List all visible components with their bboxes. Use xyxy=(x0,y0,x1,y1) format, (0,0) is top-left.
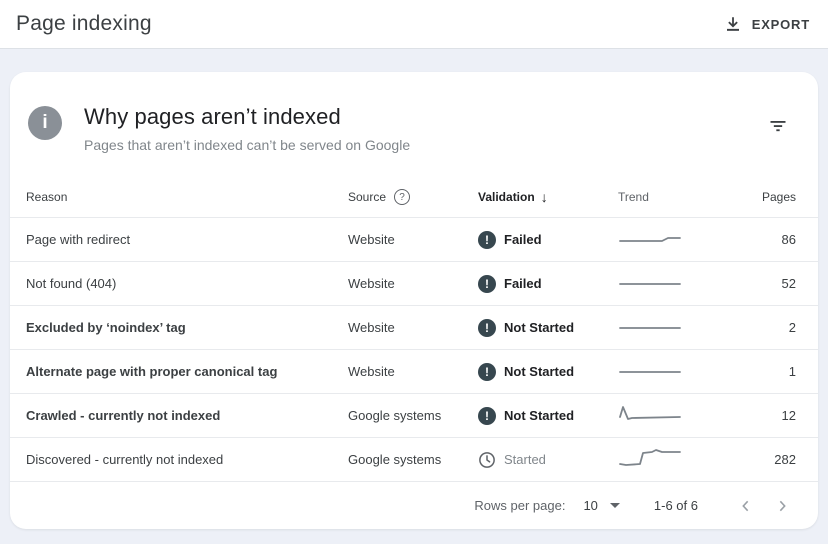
trend-cell xyxy=(618,402,728,429)
table-row[interactable]: Excluded by ‘noindex’ tag Website ! Not … xyxy=(10,305,818,349)
validation-label: Started xyxy=(504,452,546,467)
page-range-label: 1-6 of 6 xyxy=(654,498,698,513)
trend-sparkline xyxy=(618,446,682,470)
filter-icon xyxy=(768,116,788,136)
top-bar: Page indexing EXPORT xyxy=(0,0,828,49)
page-body: i Why pages aren’t indexed Pages that ar… xyxy=(0,49,828,529)
reason-cell: Excluded by ‘noindex’ tag xyxy=(26,320,348,335)
validation-label: Failed xyxy=(504,276,542,291)
trend-cell xyxy=(618,314,728,341)
trend-sparkline xyxy=(618,270,682,294)
source-cell: Website xyxy=(348,276,478,291)
error-icon: ! xyxy=(478,275,496,293)
pages-cell: 282 xyxy=(728,452,796,467)
validation-cell: ! Not Started xyxy=(478,407,618,425)
trend-cell xyxy=(618,446,728,473)
card-header: i Why pages aren’t indexed Pages that ar… xyxy=(10,72,818,177)
validation-label: Not Started xyxy=(504,320,574,335)
download-icon xyxy=(724,15,742,33)
table-row[interactable]: Alternate page with proper canonical tag… xyxy=(10,349,818,393)
next-page-button[interactable] xyxy=(764,494,800,518)
reason-cell: Page with redirect xyxy=(26,232,348,247)
error-icon: ! xyxy=(478,407,496,425)
sort-descending-icon: ↓ xyxy=(541,189,548,205)
validation-cell: Started xyxy=(478,451,618,469)
error-icon: ! xyxy=(478,363,496,381)
trend-sparkline xyxy=(618,402,682,426)
column-header-source[interactable]: Source ? xyxy=(348,189,478,205)
pages-cell: 2 xyxy=(728,320,796,335)
reason-cell: Alternate page with proper canonical tag xyxy=(26,364,348,379)
rows-per-page-label: Rows per page: xyxy=(474,498,565,513)
validation-label: Failed xyxy=(504,232,542,247)
rows-per-page-value: 10 xyxy=(583,498,597,513)
clock-icon xyxy=(478,451,496,469)
pages-cell: 1 xyxy=(728,364,796,379)
table-pagination: Rows per page: 10 1-6 of 6 xyxy=(10,481,818,529)
validation-label: Not Started xyxy=(504,364,574,379)
source-cell: Google systems xyxy=(348,452,478,467)
card-title: Why pages aren’t indexed xyxy=(84,104,762,130)
pages-cell: 12 xyxy=(728,408,796,423)
source-cell: Website xyxy=(348,232,478,247)
chevron-right-icon xyxy=(774,498,790,514)
table-row[interactable]: Not found (404) Website ! Failed 52 xyxy=(10,261,818,305)
source-cell: Website xyxy=(348,320,478,335)
chevron-down-icon xyxy=(610,503,620,508)
trend-cell xyxy=(618,226,728,253)
validation-cell: ! Not Started xyxy=(478,319,618,337)
card-subtitle: Pages that aren’t indexed can’t be serve… xyxy=(84,137,762,153)
reason-cell: Crawled - currently not indexed xyxy=(26,408,348,423)
error-icon: ! xyxy=(478,319,496,337)
why-pages-arent-indexed-card: i Why pages aren’t indexed Pages that ar… xyxy=(10,72,818,529)
trend-cell xyxy=(618,270,728,297)
previous-page-button[interactable] xyxy=(728,494,764,518)
validation-label: Not Started xyxy=(504,408,574,423)
validation-cell: ! Failed xyxy=(478,275,618,293)
error-icon: ! xyxy=(478,231,496,249)
source-cell: Google systems xyxy=(348,408,478,423)
table-row[interactable]: Page with redirect Website ! Failed 86 xyxy=(10,217,818,261)
export-button[interactable]: EXPORT xyxy=(724,15,810,33)
pages-cell: 52 xyxy=(728,276,796,291)
pages-cell: 86 xyxy=(728,232,796,247)
table-header-row: Reason Source ? Validation ↓ Trend Pages xyxy=(10,177,818,217)
reason-cell: Discovered - currently not indexed xyxy=(26,452,348,467)
trend-sparkline xyxy=(618,226,682,250)
export-label: EXPORT xyxy=(752,17,810,32)
filter-button[interactable] xyxy=(762,110,794,142)
chevron-left-icon xyxy=(738,498,754,514)
column-header-pages[interactable]: Pages xyxy=(728,190,796,204)
column-header-trend: Trend xyxy=(618,190,728,204)
column-header-reason[interactable]: Reason xyxy=(26,190,348,204)
trend-cell xyxy=(618,358,728,385)
validation-cell: ! Not Started xyxy=(478,363,618,381)
trend-sparkline xyxy=(618,358,682,382)
info-icon: i xyxy=(28,106,62,140)
source-cell: Website xyxy=(348,364,478,379)
reason-cell: Not found (404) xyxy=(26,276,348,291)
column-header-validation[interactable]: Validation ↓ xyxy=(478,189,618,205)
table-row[interactable]: Crawled - currently not indexed Google s… xyxy=(10,393,818,437)
trend-sparkline xyxy=(618,314,682,338)
help-icon[interactable]: ? xyxy=(394,189,410,205)
table-row[interactable]: Discovered - currently not indexed Googl… xyxy=(10,437,818,481)
rows-per-page-select[interactable]: 10 xyxy=(583,498,619,513)
page-title: Page indexing xyxy=(16,12,152,36)
validation-cell: ! Failed xyxy=(478,231,618,249)
